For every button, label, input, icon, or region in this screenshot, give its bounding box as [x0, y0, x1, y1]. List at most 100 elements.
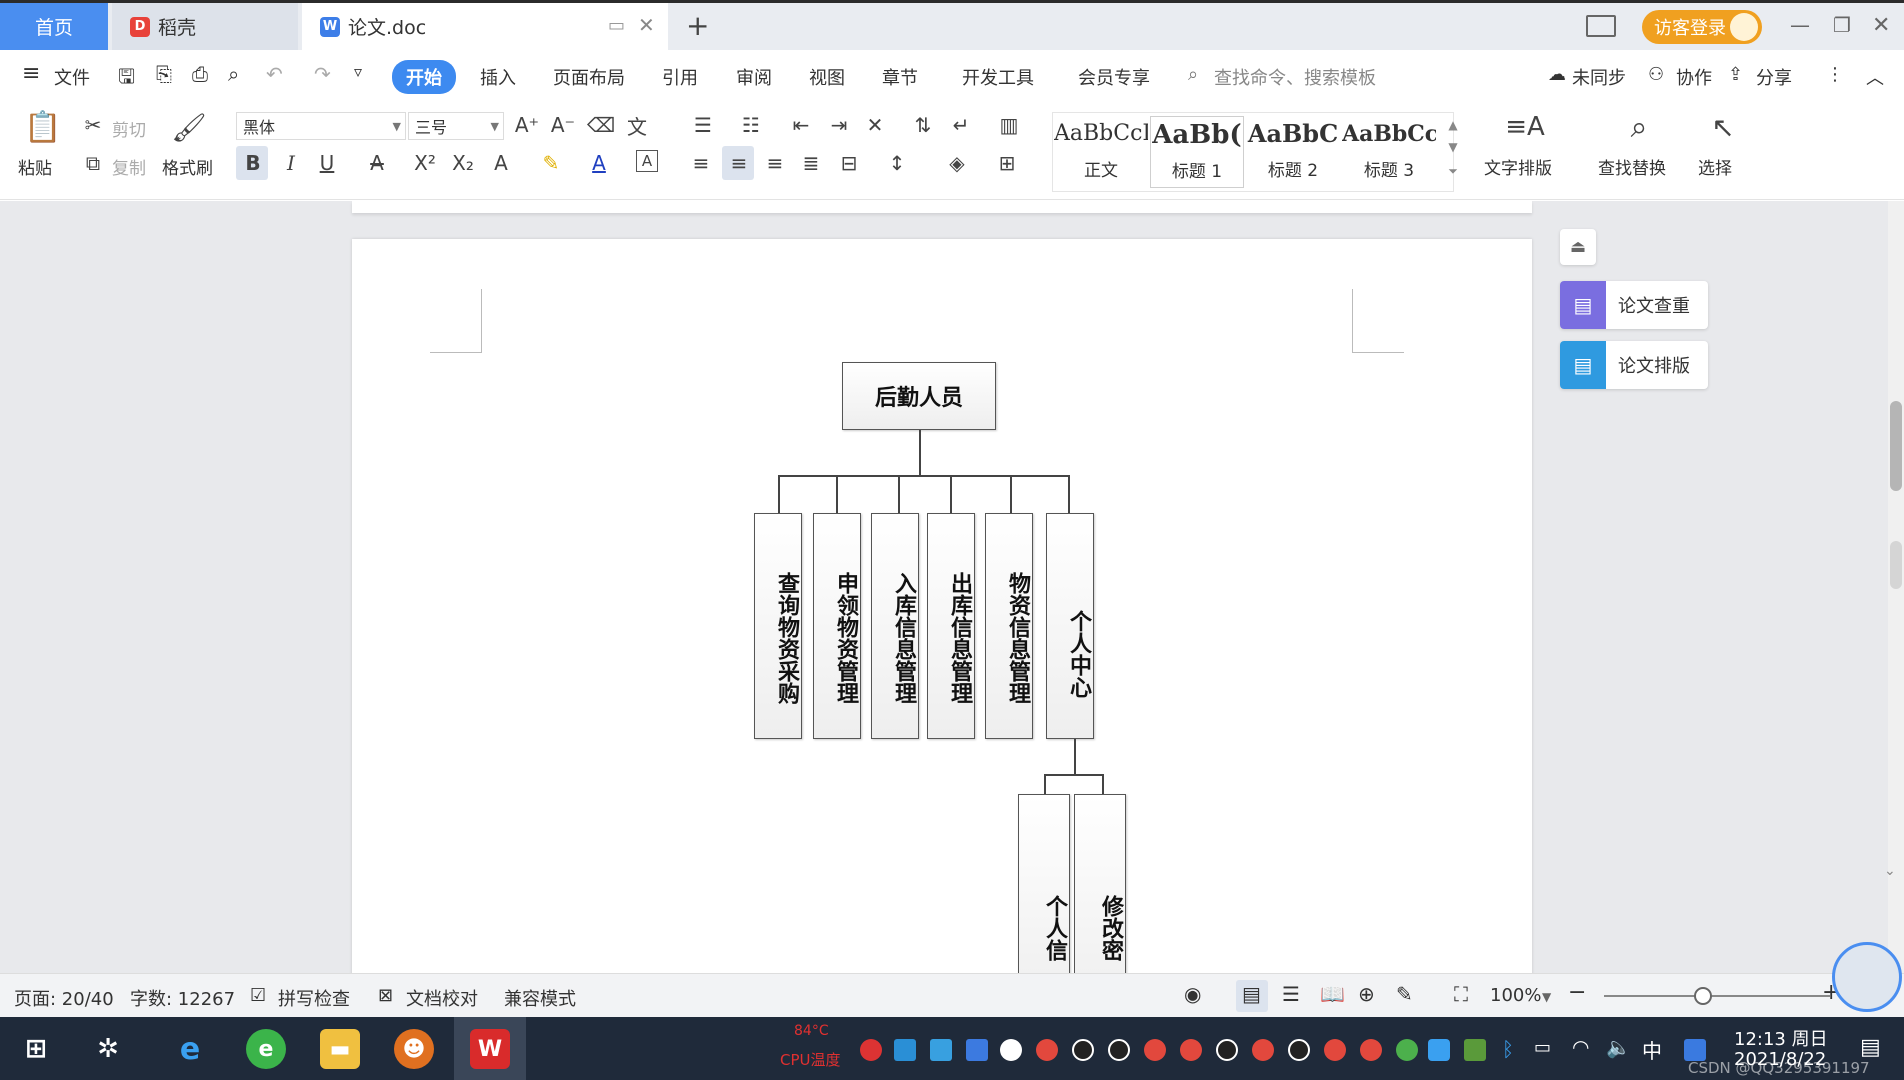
qq-icon[interactable] — [1252, 1039, 1274, 1061]
format-painter-button[interactable]: 格式刷 — [162, 154, 213, 179]
collaborate-button[interactable]: 协作 — [1676, 64, 1712, 90]
line-spacing-icon[interactable]: ↕ — [884, 150, 910, 176]
style-more-icon[interactable]: ⏷ — [1440, 158, 1466, 184]
align-right-icon[interactable]: ≡ — [762, 150, 788, 176]
quick-access-dropdown-icon[interactable]: ▿ — [354, 62, 362, 81]
char-border-icon[interactable]: A — [636, 150, 658, 172]
shrink-font-icon[interactable]: A⁻ — [550, 112, 576, 138]
tray-app-icon[interactable] — [1428, 1039, 1450, 1061]
table-tools-icon[interactable]: ▥ — [996, 112, 1022, 138]
cut-button[interactable]: 剪切 — [112, 116, 146, 141]
paste-button[interactable]: 粘贴 — [18, 154, 52, 179]
command-search-input[interactable]: 查找命令、搜索模板 — [1214, 64, 1376, 90]
shading-icon[interactable]: ◈ — [944, 150, 970, 176]
thesis-layout-button[interactable]: ▤ 论文排版 — [1560, 341, 1708, 389]
sort-icon[interactable]: ⇅ — [910, 112, 936, 138]
qq-icon[interactable] — [1144, 1039, 1166, 1061]
increase-indent-icon[interactable]: ⇥ — [826, 112, 852, 138]
share-button[interactable]: 分享 — [1756, 64, 1792, 90]
windows-start-icon[interactable]: ⊞ — [16, 1029, 56, 1069]
hamburger-icon[interactable]: ≡ — [22, 61, 40, 86]
collapse-ribbon-icon[interactable]: ︿ — [1866, 64, 1884, 90]
sync-status[interactable]: 未同步 — [1572, 64, 1626, 90]
assistant-robot-icon[interactable] — [1832, 942, 1902, 1012]
menu-insert[interactable]: 插入 — [480, 64, 516, 90]
minimize-icon[interactable]: — — [1790, 13, 1810, 37]
qq-icon[interactable] — [1288, 1039, 1310, 1061]
login-button[interactable]: 访客登录 — [1642, 10, 1762, 44]
menu-file[interactable]: 文件 — [54, 64, 90, 90]
bluetooth-icon[interactable]: ᛒ — [1502, 1037, 1514, 1061]
paste-icon[interactable]: 📋 — [24, 110, 61, 145]
tray-app-icon[interactable] — [860, 1039, 882, 1061]
font-color-icon[interactable]: A — [586, 150, 612, 176]
align-center-icon[interactable]: ≡ — [726, 150, 752, 176]
restore-icon[interactable]: ❐ — [1833, 13, 1851, 37]
qq-icon[interactable] — [1036, 1039, 1058, 1061]
find-replace-button[interactable]: 查找替换 — [1598, 154, 1666, 179]
browser-360-icon[interactable]: e — [246, 1029, 286, 1069]
page-view-icon[interactable]: ▤ — [1242, 982, 1261, 1006]
wifi-icon[interactable]: ◠ — [1572, 1035, 1589, 1059]
chinese-layout-icon[interactable]: ✕ — [862, 112, 888, 138]
web-view-icon[interactable]: ⊕ — [1358, 982, 1375, 1006]
font-family-select[interactable]: 黑体 ▼ — [236, 112, 406, 140]
spell-check-button[interactable]: 拼写检查 — [278, 985, 350, 1011]
style-heading2[interactable]: AaBbC 标题 2 — [1246, 116, 1340, 188]
collapse-panel-icon[interactable]: ⏏ — [1560, 229, 1596, 265]
save-icon[interactable]: 🖫 — [118, 62, 135, 96]
bullet-list-icon[interactable]: ☰ — [690, 112, 716, 138]
text-layout-button[interactable]: 文字排版 — [1484, 154, 1552, 179]
menu-member[interactable]: 会员专享 — [1078, 64, 1150, 90]
fit-page-icon[interactable]: ⛶ — [1454, 982, 1468, 1006]
word-count[interactable]: 字数: 12267 — [130, 985, 235, 1011]
app-pinwheel-icon[interactable]: ✲ — [88, 1029, 128, 1069]
print-icon[interactable]: ⎙ — [192, 62, 208, 86]
style-heading3[interactable]: AaBbCcI 标题 3 — [1342, 116, 1436, 188]
ie-browser-icon[interactable]: e — [170, 1029, 210, 1069]
tab-daoke[interactable]: D 稻壳 — [112, 3, 298, 50]
thesis-check-button[interactable]: ▤ 论文查重 — [1560, 281, 1708, 329]
clear-format-icon[interactable]: ⌫ — [587, 112, 615, 138]
export-icon[interactable]: ⎘ — [156, 62, 172, 86]
scrollbar-thumb[interactable] — [1890, 401, 1902, 491]
undo-icon[interactable]: ↶ — [266, 62, 283, 86]
zoom-out-icon[interactable]: − — [1568, 980, 1586, 1005]
wps-icon[interactable]: W — [470, 1029, 510, 1069]
qq-input-icon[interactable] — [1684, 1039, 1706, 1061]
redo-icon[interactable]: ↷ — [314, 62, 331, 86]
zoom-slider-track[interactable] — [1604, 995, 1830, 997]
bold-icon[interactable]: B — [240, 150, 266, 176]
italic-icon[interactable]: I — [278, 150, 304, 176]
strikethrough-icon[interactable]: A — [364, 150, 390, 176]
numbered-list-icon[interactable]: ☷ — [738, 112, 764, 138]
decrease-indent-icon[interactable]: ⇤ — [788, 112, 814, 138]
tray-plus-icon[interactable] — [1396, 1039, 1418, 1061]
menu-start[interactable]: 开始 — [392, 60, 456, 94]
align-left-icon[interactable]: ≡ — [688, 150, 714, 176]
zoom-slider-handle[interactable] — [1694, 987, 1712, 1005]
borders-icon[interactable]: ⊞ — [994, 150, 1020, 176]
clock-time[interactable]: 12:13 周日 — [1734, 1025, 1828, 1051]
more-icon[interactable]: ⋮ — [1826, 64, 1844, 85]
battery-icon[interactable]: ▭ — [1534, 1037, 1551, 1058]
text-effect-icon[interactable]: A — [488, 150, 514, 176]
ime-indicator[interactable]: 中 — [1642, 1035, 1662, 1064]
app-orange-icon[interactable]: ☻ — [394, 1029, 434, 1069]
font-size-select[interactable]: 三号 ▼ — [408, 112, 504, 140]
print-preview-icon[interactable]: ⌕ — [228, 62, 239, 86]
menu-view[interactable]: 视图 — [809, 64, 845, 90]
qq-icon[interactable] — [1108, 1039, 1130, 1061]
window-layout-icon[interactable] — [1586, 15, 1616, 37]
select-button[interactable]: 选择 — [1698, 154, 1732, 179]
scroll-down-icon[interactable]: ⌄ — [1884, 863, 1896, 879]
subscript-icon[interactable]: X₂ — [450, 150, 476, 176]
document-proof-button[interactable]: 文档校对 — [406, 985, 478, 1011]
menu-references[interactable]: 引用 — [662, 64, 698, 90]
qq-icon[interactable] — [1360, 1039, 1382, 1061]
tray-app-icon[interactable] — [930, 1039, 952, 1061]
highlight-icon[interactable]: ✎ — [538, 150, 564, 176]
notification-bell-icon[interactable] — [1000, 1039, 1022, 1061]
style-normal[interactable]: AaBbCcI 正文 — [1054, 116, 1148, 188]
zoom-level[interactable]: 100% — [1490, 985, 1541, 1006]
